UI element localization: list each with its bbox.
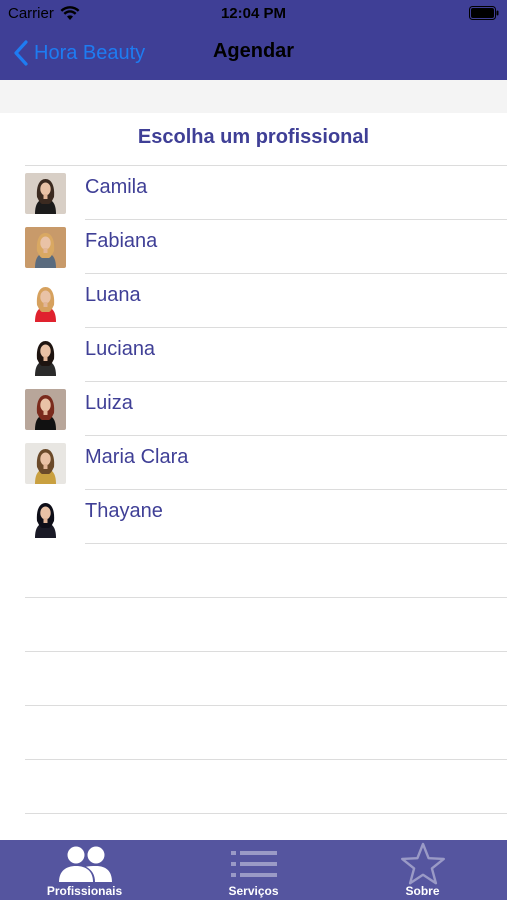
divider bbox=[25, 813, 507, 814]
tab-sobre[interactable]: Sobre bbox=[338, 840, 507, 900]
list-item[interactable]: Luana bbox=[0, 274, 507, 328]
header-spacer bbox=[0, 80, 507, 113]
professional-name: Maria Clara bbox=[85, 446, 189, 468]
people-icon bbox=[58, 846, 112, 882]
professional-name: Luciana bbox=[85, 338, 156, 360]
professional-name: Thayane bbox=[85, 500, 163, 522]
professional-name: Camila bbox=[85, 176, 148, 198]
list-icon bbox=[230, 851, 277, 877]
tab-bar: Profissionais Serviços Sobre bbox=[0, 840, 507, 900]
list-item[interactable]: Luiza bbox=[0, 382, 507, 436]
tab-profissionais[interactable]: Profissionais bbox=[0, 840, 169, 900]
professional-name: Luana bbox=[85, 284, 141, 306]
avatar bbox=[25, 173, 66, 214]
section-heading: Escolha um profissional bbox=[137, 126, 370, 148]
divider bbox=[25, 705, 507, 706]
divider bbox=[85, 543, 507, 544]
tab-label: Sobre bbox=[405, 884, 440, 898]
divider bbox=[25, 597, 507, 598]
star-icon bbox=[400, 842, 445, 885]
professional-name: Fabiana bbox=[85, 230, 158, 252]
avatar bbox=[25, 443, 66, 484]
avatar bbox=[25, 335, 66, 376]
professional-list: Camila Fabiana Luana Luciana Luiza Maria Clar… bbox=[0, 166, 507, 544]
divider bbox=[25, 759, 507, 760]
professional-name: Luiza bbox=[85, 392, 133, 414]
tab-label: Serviços bbox=[228, 884, 279, 898]
list-item[interactable]: Camila bbox=[0, 166, 507, 220]
divider bbox=[25, 651, 507, 652]
status-time: 12:04 PM bbox=[220, 5, 287, 22]
battery-icon bbox=[469, 6, 499, 20]
tab-label: Profissionais bbox=[46, 884, 123, 898]
list-item[interactable]: Maria Clara bbox=[0, 436, 507, 490]
status-bar: Carrier 12:04 PM bbox=[0, 0, 507, 28]
top-bar: Carrier 12:04 PM Hora Beauty Agendar bbox=[0, 0, 507, 80]
avatar bbox=[25, 227, 66, 268]
avatar bbox=[25, 497, 66, 538]
list-item[interactable]: Thayane bbox=[0, 490, 507, 544]
avatar bbox=[25, 281, 66, 322]
avatar bbox=[25, 389, 66, 430]
tab-servicos[interactable]: Serviços bbox=[169, 840, 338, 900]
navigation-bar: Hora Beauty Agendar bbox=[0, 28, 507, 80]
list-item[interactable]: Fabiana bbox=[0, 220, 507, 274]
page-title: Agendar bbox=[212, 40, 295, 62]
list-item[interactable]: Luciana bbox=[0, 328, 507, 382]
